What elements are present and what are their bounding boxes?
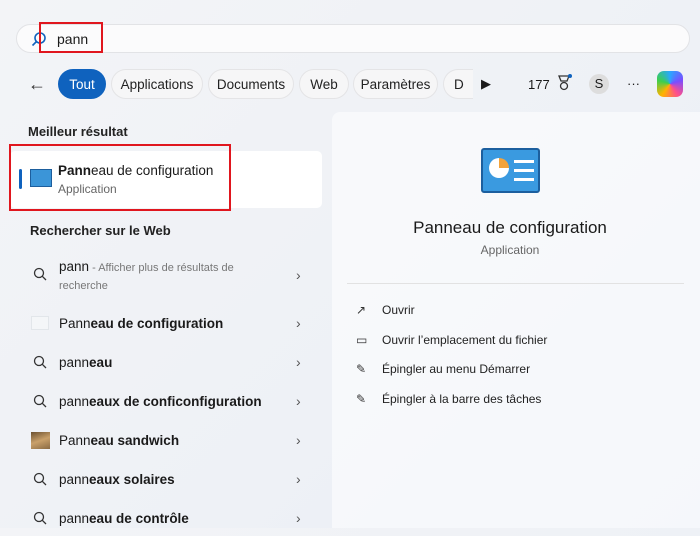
- detail-panel: Panneau de configuration Application ↗ Ou…: [332, 112, 700, 528]
- chevron-right-icon[interactable]: ›: [296, 315, 301, 331]
- search-icon: [30, 355, 50, 369]
- match-text: pann: [59, 393, 90, 409]
- web-result-item[interactable]: Panneau sandwich ›: [10, 422, 322, 458]
- scroll-tabs-right-icon[interactable]: ▶: [481, 76, 491, 92]
- avatar[interactable]: S: [589, 74, 609, 94]
- chevron-right-icon[interactable]: ›: [296, 267, 301, 283]
- web-result-item[interactable]: Panneau de configuration ›: [10, 305, 322, 341]
- action-label: Épingler au menu Démarrer: [382, 362, 531, 377]
- match-text: pann: [59, 354, 90, 370]
- copilot-icon[interactable]: [657, 71, 683, 97]
- web-result-item[interactable]: panneau ›: [10, 344, 322, 380]
- search-box[interactable]: pann: [16, 24, 690, 53]
- more-options-icon[interactable]: ···: [627, 76, 640, 91]
- suggestion-text: eau de contrôle: [89, 510, 189, 526]
- query-text: pann: [59, 259, 90, 274]
- highlight-box: [39, 22, 103, 53]
- chevron-right-icon[interactable]: ›: [296, 393, 301, 409]
- search-icon: [30, 472, 50, 486]
- tab-documents[interactable]: Documents: [208, 69, 294, 99]
- control-panel-thumb-icon: [30, 316, 50, 330]
- action-item[interactable]: ↗ Ouvrir: [356, 303, 415, 317]
- detail-subtitle: Application: [480, 243, 540, 257]
- highlight-box: [9, 144, 231, 211]
- sandwich-panel-thumb-icon: [30, 431, 50, 449]
- pin-icon: ✎: [356, 362, 367, 377]
- action-item[interactable]: ✎ Épingler à la barre des tâches: [356, 392, 541, 406]
- tab-applications[interactable]: Applications: [111, 69, 203, 99]
- pin-icon: ✎: [356, 392, 367, 407]
- tab-more-partial[interactable]: D: [443, 69, 473, 99]
- tab-all[interactable]: Tout: [58, 69, 106, 99]
- web-result-item[interactable]: panneaux solaires ›: [10, 461, 322, 497]
- action-label: Ouvrir l’emplacement du fichier: [382, 332, 548, 347]
- match-text: Pann: [59, 315, 91, 331]
- suggestion-text: eau de configuration: [90, 315, 224, 331]
- search-icon: [30, 511, 50, 525]
- web-search-heading: Rechercher sur le Web: [30, 223, 171, 238]
- best-result-heading: Meilleur résultat: [28, 124, 128, 139]
- web-result-item[interactable]: panneau de contrôle ›: [10, 500, 322, 536]
- tab-web[interactable]: Web: [299, 69, 349, 99]
- chevron-right-icon[interactable]: ›: [296, 510, 301, 526]
- detail-title: Panneau de configuration: [413, 218, 607, 237]
- suggestion-text: eaux de conficonfiguration: [89, 393, 262, 409]
- search-icon: [30, 394, 50, 408]
- web-result-more[interactable]: pann - Afficher plus de résultats de rec…: [10, 258, 322, 298]
- match-text: pann: [59, 510, 90, 526]
- action-label: Ouvrir: [382, 303, 415, 317]
- search-icon: [30, 267, 50, 281]
- chevron-right-icon[interactable]: ›: [296, 354, 301, 370]
- tab-settings[interactable]: Paramètres: [353, 69, 438, 99]
- open-icon: ↗: [356, 303, 367, 317]
- suggestion-text: eau sandwich: [90, 432, 180, 448]
- web-result-item[interactable]: panneaux de conficonfiguration ›: [10, 383, 322, 419]
- rewards-count: 177: [528, 77, 550, 92]
- match-text: Pann: [59, 432, 91, 448]
- rewards-icon[interactable]: [556, 74, 572, 95]
- chevron-right-icon[interactable]: ›: [296, 471, 301, 487]
- back-arrow-icon[interactable]: ←: [28, 74, 46, 95]
- action-item[interactable]: ▭ Ouvrir l’emplacement du fichier: [356, 333, 547, 347]
- suggestion-text: eaux solaires: [89, 471, 175, 487]
- action-item[interactable]: ✎ Épingler au menu Démarrer: [356, 362, 530, 376]
- control-panel-large-icon: [481, 148, 540, 193]
- divider: [347, 283, 684, 284]
- action-label: Épingler à la barre des tâches: [382, 392, 542, 407]
- chevron-right-icon[interactable]: ›: [296, 432, 301, 448]
- folder-icon: ▭: [356, 332, 368, 347]
- match-text: pann: [59, 471, 90, 487]
- suggestion-text: eau: [89, 354, 113, 370]
